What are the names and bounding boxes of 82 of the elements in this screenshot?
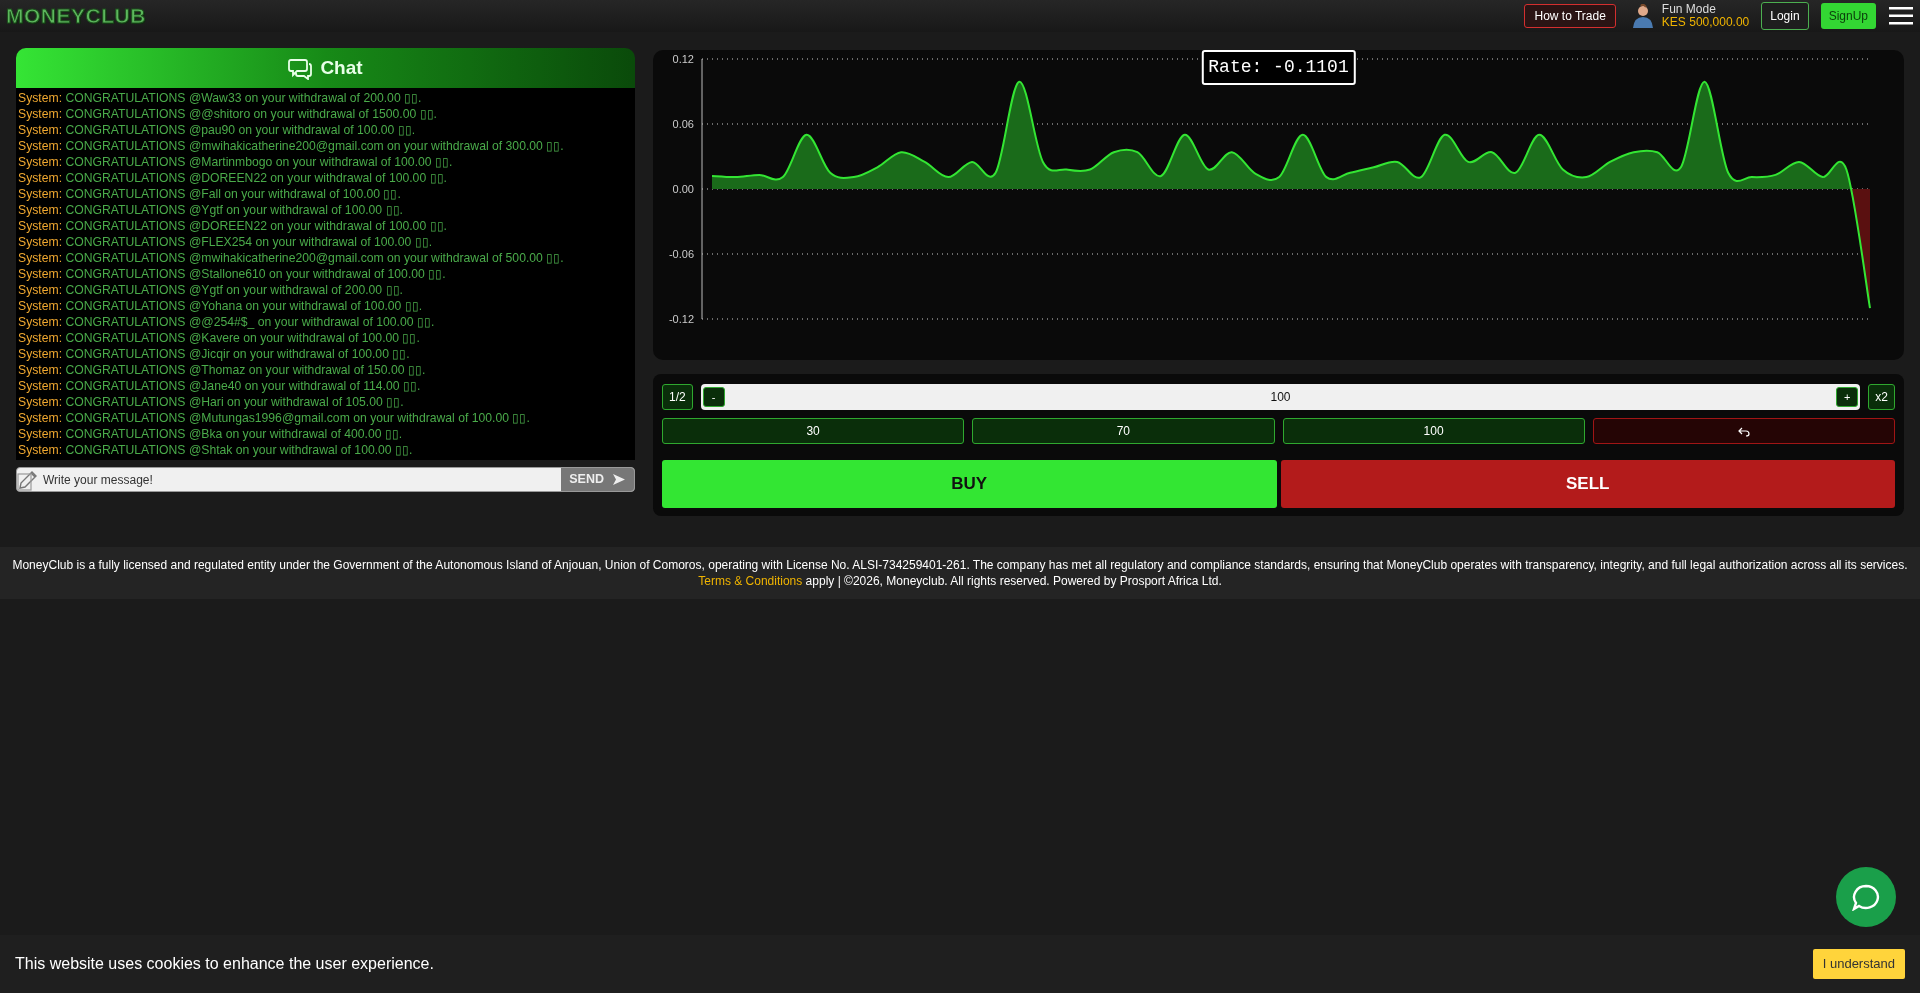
sell-button[interactable]: SELL: [1280, 460, 1895, 508]
avatar-icon: [1631, 4, 1654, 28]
sender-label: System:: [18, 123, 63, 137]
message-text: CONGRATULATIONS @mwihakicatherine200@gmail.com on your withdrawal of 500.00 ▯▯.: [65, 251, 564, 265]
send-button[interactable]: SEND: [561, 468, 634, 491]
sender-label: System:: [18, 347, 63, 361]
sender-label: System:: [18, 91, 63, 105]
message-text: CONGRATULATIONS @Fall on your withdrawal of 100.00 ▯▯.: [65, 187, 401, 201]
message-text: CONGRATULATIONS @Bka on your withdrawal of 400.00 ▯▯.: [65, 427, 403, 441]
message-text: CONGRATULATIONS @Yohana on your withdrawal of 100.00 ▯▯.: [65, 299, 423, 313]
axis-label: 0.12: [672, 53, 694, 65]
signup-button[interactable]: SignUp: [1820, 3, 1876, 29]
minus-button[interactable]: -: [702, 387, 725, 407]
message-text: CONGRATULATIONS @Waw33 on your withdrawal of 200.00 ▯▯.: [65, 91, 422, 105]
double-button[interactable]: x2: [1868, 384, 1895, 410]
message-text: CONGRATULATIONS @Hari on your withdrawal of 105.00 ▯▯.: [65, 395, 404, 409]
send-icon[interactable]: [612, 473, 626, 486]
message-text: CONGRATULATIONS @@shitoro on your withdrawal of 1500.00 ▯▯.: [65, 107, 437, 121]
sender-label: System:: [18, 235, 63, 249]
buy-button[interactable]: BUY: [662, 460, 1277, 508]
terms-link[interactable]: Terms & Conditions: [698, 574, 803, 588]
message-text: CONGRATULATIONS @Jicqir on your withdrawal of 100.00 ▯▯.: [65, 347, 410, 361]
sender-label: System:: [18, 427, 63, 441]
message-text: CONGRATULATIONS @Stallone610 on your withdrawal of 100.00 ▯▯.: [65, 267, 446, 281]
sender-label: System:: [18, 251, 63, 265]
sender-label: System:: [18, 139, 63, 153]
chat-title: Chat: [320, 55, 363, 80]
sender-label: System:: [18, 219, 63, 233]
login-button[interactable]: Login: [1761, 2, 1809, 30]
how-to-trade-button[interactable]: How to Trade: [1524, 4, 1616, 28]
sender-label: System:: [18, 155, 63, 169]
preset-button[interactable]: 30: [662, 418, 965, 444]
sender-label: System:: [18, 107, 63, 121]
sender-label: System:: [18, 203, 63, 217]
mode-label: Fun Mode: [1661, 3, 1717, 16]
half-button[interactable]: 1/2: [662, 384, 693, 410]
sender-label: System:: [18, 331, 63, 345]
sender-label: System:: [18, 395, 63, 409]
message-text: CONGRATULATIONS @Shtak on your withdrawal of 100.00 ▯▯.: [65, 443, 413, 457]
message-field[interactable]: Write your message! SEND: [16, 467, 635, 492]
pencil-icon: [17, 468, 39, 491]
sender-label: System:: [18, 379, 63, 393]
balance-amount: KES 500,000.00: [1661, 16, 1750, 29]
axis-label: 0.06: [672, 118, 694, 130]
message-text: CONGRATULATIONS @Jane40 on your withdrawal of 114.00 ▯▯.: [65, 379, 421, 393]
sender-label: System:: [18, 315, 63, 329]
copyright-text: apply | ©2026, Moneyclub. All rights reserved. Powered by Prosport Africa Ltd.: [805, 574, 1222, 588]
message-text: CONGRATULATIONS @Ygtf on your withdrawal of 200.00 ▯▯.: [65, 283, 403, 297]
legal-text: MoneyClub is a fully licensed and regulated entity under the Government of the Autonomous Island of Anjouan, Union of Comoros, operating with License No. ALSI-734259401-261. The company has met all regulatory and compliance standards, ensuring that MoneyClub operates with transparency, integrity, and full legal authorization across all its services.: [11, 557, 1909, 573]
message-text: CONGRATULATIONS @pau90 on your withdrawal of 100.00 ▯▯.: [65, 123, 416, 137]
logo[interactable]: MONEYCLUB: [6, 0, 146, 32]
cookie-text: This website uses cookies to enhance the user experience.: [15, 954, 434, 974]
sender-label: System:: [18, 299, 63, 313]
axis-label: 0.00: [672, 183, 694, 195]
message-text: CONGRATULATIONS @Martinmbogo on your withdrawal of 100.00 ▯▯.: [65, 155, 453, 169]
message-text: CONGRATULATIONS @mwihakicatherine200@gmail.com on your withdrawal of 300.00 ▯▯.: [65, 139, 564, 153]
sender-label: System:: [18, 267, 63, 281]
message-text: CONGRATULATIONS @Ygtf on your withdrawal of 100.00 ▯▯.: [65, 203, 403, 217]
amount-field[interactable]: - 100 +: [700, 384, 1861, 410]
preset-button[interactable]: 70: [972, 418, 1275, 444]
sender-label: System:: [18, 187, 63, 201]
sender-label: System:: [18, 363, 63, 377]
axis-label: -0.12: [668, 313, 694, 325]
message-text: CONGRATULATIONS @Mutungas1996@gmail.com on your withdrawal of 100.00 ▯▯.: [65, 411, 530, 425]
plus-button[interactable]: +: [1836, 387, 1859, 407]
accept-cookies-button[interactable]: I understand: [1812, 949, 1905, 979]
sender-label: System:: [18, 283, 63, 297]
message-text: CONGRATULATIONS @@254#$_ on your withdrawal of 100.00 ▯▯.: [65, 315, 435, 329]
sender-label: System:: [18, 411, 63, 425]
message-text: CONGRATULATIONS @FLEX254 on your withdrawal of 100.00 ▯▯.: [65, 235, 433, 249]
chat-icon: [288, 56, 313, 80]
preset-button[interactable]: 100: [1282, 418, 1585, 444]
axis-label: -0.06: [668, 248, 694, 260]
message-text: CONGRATULATIONS @DOREEN22 on your withdrawal of 100.00 ▯▯.: [65, 219, 447, 233]
sender-label: System:: [18, 443, 63, 457]
message-text: CONGRATULATIONS @Kavere on your withdrawal of 100.00 ▯▯.: [65, 331, 420, 345]
message-text: CONGRATULATIONS @DOREEN22 on your withdrawal of 100.00 ▯▯.: [65, 171, 447, 185]
sender-label: System:: [18, 171, 63, 185]
message-text: CONGRATULATIONS @Thomaz on your withdrawal of 150.00 ▯▯.: [65, 363, 426, 377]
menu-button[interactable]: [1888, 5, 1914, 27]
rate-display: Rate: -0.1101: [1201, 50, 1356, 85]
chat-bubble-button[interactable]: [1836, 867, 1896, 927]
